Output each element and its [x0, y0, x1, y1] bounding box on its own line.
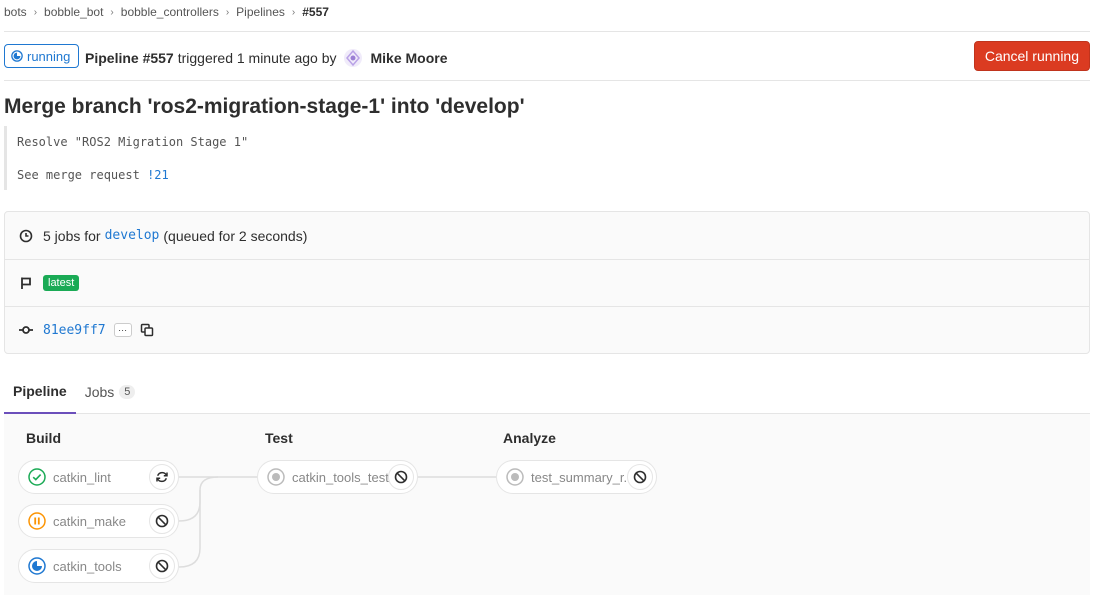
latest-badge: latest: [43, 275, 80, 291]
status-badge-label: running: [27, 48, 71, 64]
pipeline-graph: Build Test Analyze catkin_lint catkin_ma…: [4, 414, 1090, 595]
stage-title-test: Test: [265, 430, 293, 446]
merge-request-link[interactable]: !21: [147, 168, 169, 182]
retry-icon[interactable]: [149, 464, 175, 490]
status-created-icon: [506, 468, 524, 486]
tab-jobs-label: Jobs: [84, 384, 115, 400]
page-title: Merge branch 'ros2-migration-stage-1' in…: [4, 95, 525, 118]
cancel-icon[interactable]: [149, 508, 175, 534]
job-name: test_summary_r...: [531, 469, 635, 485]
merge-request-prefix: See merge request: [17, 168, 140, 182]
commit-row: 81ee9ff7 ···: [5, 306, 1089, 353]
stage-title-analyze: Analyze: [503, 430, 556, 446]
chevron-right-icon: ›: [33, 6, 38, 18]
avatar[interactable]: [344, 49, 363, 67]
breadcrumb: bots › bobble_bot › bobble_controllers ›…: [4, 5, 329, 19]
cancel-icon[interactable]: [149, 553, 175, 579]
breadcrumb-item-bobble-bot[interactable]: bobble_bot: [44, 5, 103, 19]
badges-row: latest: [5, 259, 1089, 306]
tab-jobs[interactable]: Jobs 5: [76, 370, 145, 414]
pipeline-label: Pipeline #557: [85, 50, 174, 66]
pipeline-info-panel: 5 jobs for develop (queued for 2 seconds…: [4, 211, 1090, 354]
pipeline-tabs: Pipeline Jobs 5: [4, 370, 1090, 414]
clock-icon: [19, 229, 33, 243]
status-paused-icon: [28, 512, 46, 530]
job-test-summary-report[interactable]: test_summary_r...: [496, 460, 657, 494]
pipeline-header-info: Pipeline #557 triggered 1 minute ago by …: [85, 49, 448, 67]
commit-description-line: Resolve "ROS2 Migration Stage 1": [17, 135, 249, 149]
status-running-icon: [28, 557, 46, 575]
status-running-icon: [11, 50, 23, 62]
jobs-info-row: 5 jobs for develop (queued for 2 seconds…: [5, 212, 1089, 259]
commit-description: Resolve "ROS2 Migration Stage 1" See mer…: [4, 126, 248, 190]
cancel-icon[interactable]: [627, 464, 653, 490]
divider: [4, 31, 1090, 32]
cancel-running-button[interactable]: Cancel running: [973, 41, 1090, 71]
status-passed-icon: [28, 468, 46, 486]
commit-description-line: See merge request !21: [17, 168, 169, 182]
cancel-icon[interactable]: [388, 464, 414, 490]
flag-icon: [19, 276, 33, 290]
chevron-right-icon: ›: [225, 6, 230, 18]
job-catkin-make[interactable]: catkin_make: [18, 504, 179, 538]
breadcrumb-item-current[interactable]: #557: [302, 5, 329, 19]
triggered-text: triggered 1 minute ago by: [177, 50, 337, 66]
job-catkin-tools[interactable]: catkin_tools: [18, 549, 179, 583]
tab-pipeline-label: Pipeline: [13, 383, 67, 399]
commit-sha-link[interactable]: 81ee9ff7: [43, 323, 106, 338]
breadcrumb-item-bots[interactable]: bots: [4, 5, 27, 19]
divider: [4, 80, 1090, 81]
toggle-commit-description-button[interactable]: ···: [113, 323, 132, 337]
user-name-link[interactable]: Mike Moore: [370, 50, 447, 66]
stage-title-build: Build: [26, 430, 61, 446]
job-catkin-tools-tests[interactable]: catkin_tools_tests: [257, 460, 418, 494]
chevron-right-icon: ›: [291, 6, 296, 18]
commit-icon: [19, 323, 33, 337]
job-name: catkin_make: [53, 513, 126, 529]
job-name: catkin_lint: [53, 469, 111, 485]
status-badge[interactable]: running: [4, 44, 80, 68]
queued-text: (queued for 2 seconds): [163, 227, 308, 244]
copy-icon[interactable]: [140, 323, 154, 337]
tab-pipeline[interactable]: Pipeline: [4, 370, 76, 414]
branch-link[interactable]: develop: [105, 228, 160, 243]
status-created-icon: [267, 468, 285, 486]
chevron-right-icon: ›: [110, 6, 114, 18]
breadcrumb-item-bobble-controllers[interactable]: bobble_controllers: [121, 5, 219, 19]
jobs-count-badge: 5: [119, 385, 136, 399]
breadcrumb-item-pipelines[interactable]: Pipelines: [236, 5, 285, 19]
job-catkin-lint[interactable]: catkin_lint: [18, 460, 179, 494]
job-name: catkin_tools: [53, 558, 122, 574]
job-name: catkin_tools_tests: [292, 469, 396, 485]
jobs-count-text: 5 jobs for: [43, 227, 101, 244]
